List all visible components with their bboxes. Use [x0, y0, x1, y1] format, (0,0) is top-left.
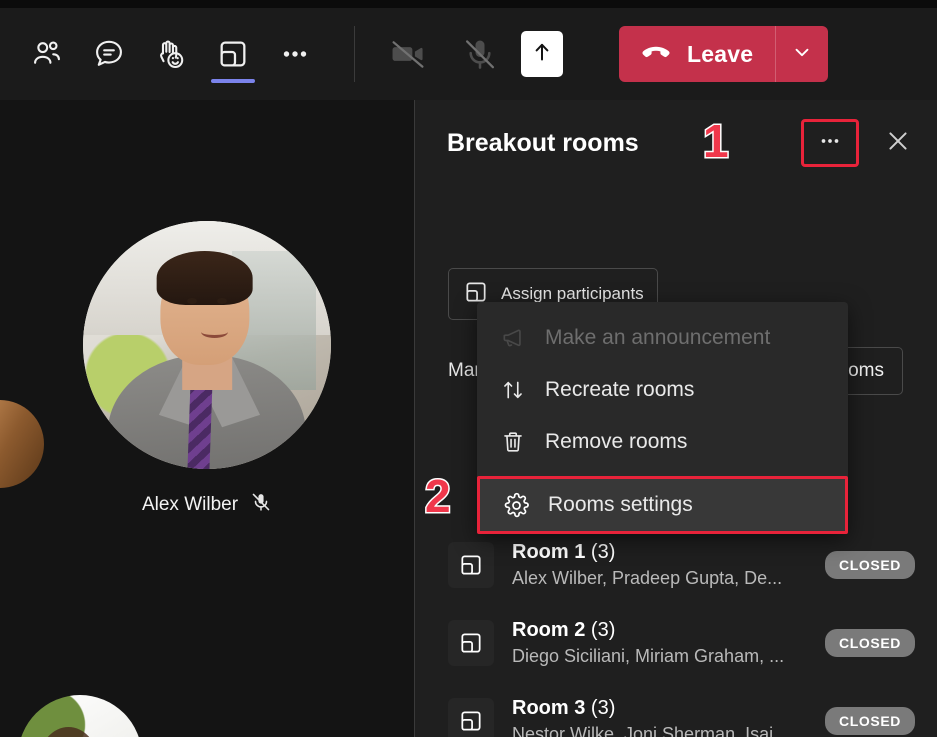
leave-main[interactable]: Leave — [619, 26, 775, 82]
room-text: Room 3 (3) Nestor Wilke, Joni Sherman, I… — [512, 697, 825, 737]
status-badge: CLOSED — [825, 707, 915, 735]
more-options-icon — [278, 37, 312, 71]
menu-item-label: Rooms settings — [548, 493, 693, 516]
breakout-rooms-button[interactable] — [202, 23, 264, 85]
room-text: Room 1 (3) Alex Wilber, Pradeep Gupta, D… — [512, 541, 825, 589]
hang-up-icon — [639, 35, 673, 74]
menu-item-label: Recreate rooms — [545, 378, 695, 401]
chat-button[interactable] — [78, 23, 140, 85]
chat-icon — [92, 37, 126, 71]
panel-close-button[interactable] — [877, 122, 919, 164]
room-members: Nestor Wilke, Joni Sherman, Isai... — [512, 724, 789, 737]
chevron-down-icon — [791, 41, 813, 68]
microphone-muted-icon — [250, 491, 272, 519]
room-title: Room 3 (3) — [512, 697, 825, 720]
close-icon — [884, 127, 912, 160]
toolbar-left-group — [0, 23, 326, 85]
menu-item-recreate-rooms[interactable]: Recreate rooms — [477, 364, 848, 416]
meeting-toolbar: Leave — [0, 8, 937, 100]
more-options-icon — [817, 128, 843, 159]
annotation-marker-2: 2 — [424, 470, 453, 522]
participant-name-row: Alex Wilber — [142, 491, 272, 519]
rooms-context-menu: Make an announcement Recreate rooms Remo… — [477, 302, 848, 534]
leave-button[interactable]: Leave — [619, 26, 829, 82]
participant-tile-partial-bottom[interactable] — [18, 695, 142, 737]
gear-icon — [502, 492, 530, 519]
room-count: (3) — [590, 697, 616, 719]
camera-off-icon — [390, 36, 426, 72]
leave-label: Leave — [687, 40, 754, 67]
breakout-rooms-icon — [216, 37, 250, 71]
page-title: Breakout rooms — [447, 128, 639, 157]
room-list-item[interactable]: Room 3 (3) Nestor Wilke, Joni Sherman, I… — [415, 682, 937, 737]
active-tab-underline — [211, 79, 255, 83]
room-name: Room 1 — [512, 541, 586, 563]
status-badge: CLOSED — [825, 551, 915, 579]
toolbar-right-group: Leave — [377, 23, 829, 85]
room-icon — [448, 542, 494, 588]
room-members: Diego Siciliani, Miriam Graham, ... — [512, 646, 785, 666]
room-name: Room 3 — [512, 697, 586, 719]
room-count: (3) — [590, 541, 616, 563]
megaphone-icon — [499, 325, 527, 351]
panel-more-options-button[interactable] — [801, 119, 859, 167]
room-icon — [448, 620, 494, 666]
room-title: Room 1 (3) — [512, 541, 825, 564]
room-count: (3) — [590, 619, 616, 641]
menu-item-rooms-settings[interactable]: Rooms settings — [477, 476, 848, 534]
status-badge: CLOSED — [825, 629, 915, 657]
trash-icon — [499, 429, 527, 455]
assign-participants-label: Assign participants — [501, 284, 644, 303]
share-screen-button[interactable] — [521, 31, 563, 77]
menu-item-make-announcement[interactable]: Make an announcement — [477, 312, 848, 364]
camera-toggle-button[interactable] — [377, 23, 439, 85]
microphone-muted-icon — [462, 36, 498, 72]
toolbar-divider — [354, 26, 355, 82]
menu-item-label: Make an announcement — [545, 326, 771, 349]
breakout-rooms-panel: Breakout rooms 1 Assign participants roo… — [415, 100, 937, 737]
room-title: Room 2 (3) — [512, 619, 825, 642]
room-name: Room 2 — [512, 619, 586, 641]
microphone-toggle-button[interactable] — [449, 23, 511, 85]
share-screen-icon — [530, 39, 554, 70]
panel-header: Breakout rooms 1 — [415, 100, 937, 186]
people-icon — [30, 37, 64, 71]
raise-hand-reactions-icon — [153, 36, 189, 72]
room-icon — [448, 698, 494, 737]
annotation-marker-1: 1 — [702, 115, 731, 167]
participant-name: Alex Wilber — [141, 494, 239, 515]
reactions-button[interactable] — [140, 23, 202, 85]
people-button[interactable] — [16, 23, 78, 85]
room-list-item[interactable]: Room 1 (3) Alex Wilber, Pradeep Gupta, D… — [415, 526, 937, 604]
video-stage: Alex Wilber — [0, 100, 414, 737]
recreate-arrows-icon — [499, 377, 527, 403]
avatar — [83, 221, 331, 469]
menu-item-label: Remove rooms — [545, 430, 688, 453]
room-text: Room 2 (3) Diego Siciliani, Miriam Graha… — [512, 619, 825, 667]
teams-meeting-window: Leave Alex Wilber Breakout rooms 1 Assig… — [0, 0, 937, 737]
more-actions-button[interactable] — [264, 23, 326, 85]
menu-item-remove-rooms[interactable]: Remove rooms — [477, 416, 848, 468]
room-members: Alex Wilber, Pradeep Gupta, De... — [512, 568, 783, 588]
leave-dropdown-button[interactable] — [776, 26, 828, 82]
room-list-item[interactable]: Room 2 (3) Diego Siciliani, Miriam Graha… — [415, 604, 937, 682]
rooms-list: Room 1 (3) Alex Wilber, Pradeep Gupta, D… — [415, 526, 937, 737]
participant-tile-active[interactable]: Alex Wilber — [0, 100, 414, 640]
